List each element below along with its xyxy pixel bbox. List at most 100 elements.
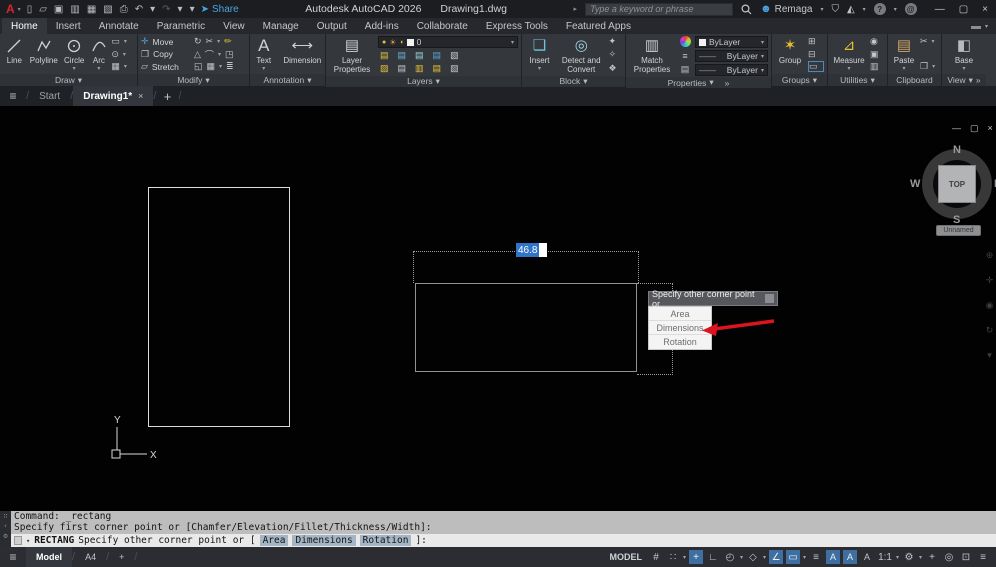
cmd-option-rotation[interactable]: Rotation bbox=[359, 535, 412, 546]
ribbon-minimize-dropdown-icon[interactable]: ▾ bbox=[985, 23, 988, 30]
arc-button[interactable]: Arc ▾ bbox=[89, 35, 108, 73]
snap-toggle-icon[interactable] bbox=[666, 550, 680, 564]
circle-button[interactable]: Circle ▾ bbox=[62, 35, 87, 73]
viewport-minimize-icon[interactable]: — bbox=[952, 123, 961, 134]
lineweight-list-icon[interactable]: ≡ bbox=[682, 51, 687, 61]
navbar-more-icon[interactable]: ▾ bbox=[987, 350, 992, 361]
viewcube-face-top[interactable]: TOP bbox=[938, 165, 976, 203]
open-file-icon[interactable]: ▱ bbox=[39, 4, 47, 15]
tab-view[interactable]: View bbox=[214, 18, 254, 34]
layer-freeze-icon[interactable]: ▤ bbox=[415, 50, 424, 61]
undo-icon[interactable]: ↶ bbox=[135, 4, 143, 15]
tab-annotate[interactable]: Annotate bbox=[90, 18, 148, 34]
restore-button[interactable]: ▢ bbox=[959, 4, 968, 15]
ribbon-minimize-icon[interactable]: ▬ bbox=[971, 21, 981, 32]
search-icon[interactable] bbox=[741, 3, 752, 15]
layer-current-icon[interactable]: ▥ bbox=[415, 63, 424, 74]
isolate-objects-icon[interactable] bbox=[942, 550, 956, 564]
scale-dropdown-icon[interactable]: ▾ bbox=[896, 554, 899, 561]
ungroup-icon[interactable]: ⊞ bbox=[808, 36, 824, 47]
move-button[interactable]: Move bbox=[141, 36, 174, 47]
tab-featured-apps[interactable]: Featured Apps bbox=[557, 18, 640, 34]
quick-calc-icon[interactable]: ▥ bbox=[870, 61, 884, 72]
tab-add-ins[interactable]: Add-ins bbox=[356, 18, 408, 34]
mirror-icon[interactable] bbox=[194, 49, 201, 60]
linetype-dropdown[interactable]: —— ByLayer ▾ bbox=[695, 50, 768, 62]
ucs-dropdown[interactable]: Unnamed bbox=[936, 225, 981, 236]
tab-parametric[interactable]: Parametric bbox=[148, 18, 214, 34]
layer-unlock2-icon[interactable]: ▤ bbox=[433, 63, 442, 74]
panel-expand-icon[interactable] bbox=[976, 75, 981, 85]
plot-style-icon[interactable]: ▤ bbox=[681, 64, 690, 75]
autodesk-app-icon[interactable]: ◭ bbox=[847, 4, 855, 15]
annotation-scale-value[interactable]: 1:1 bbox=[877, 550, 893, 564]
user-dropdown-icon[interactable]: ▾ bbox=[820, 6, 823, 13]
help-icon[interactable]: ? bbox=[873, 3, 886, 15]
share-button[interactable]: ➤ Share bbox=[201, 4, 239, 15]
explode-icon[interactable] bbox=[225, 49, 234, 60]
paste-button[interactable]: Paste▾ bbox=[891, 35, 917, 73]
panel-label-clipboard[interactable]: Clipboard bbox=[888, 74, 941, 86]
insert-dropdown-icon[interactable]: ▾ bbox=[538, 66, 541, 73]
navigation-wheel-icon[interactable]: ⊕ bbox=[986, 250, 994, 261]
customization-gear-icon[interactable] bbox=[902, 550, 916, 564]
rectangle-preview[interactable] bbox=[415, 283, 637, 372]
quick-select-icon[interactable]: ▣ bbox=[870, 49, 884, 60]
dimension-button[interactable]: Dimension bbox=[283, 35, 322, 73]
group-selection-icon[interactable]: ▭ bbox=[808, 61, 824, 72]
stretch-button[interactable]: Stretch bbox=[141, 61, 179, 72]
panel-label-annotation[interactable]: Annotation bbox=[250, 74, 325, 86]
paste-dropdown-icon[interactable]: ▾ bbox=[902, 66, 905, 73]
command-input-line[interactable]: ▾ RECTANG Specify other corner point or … bbox=[11, 534, 996, 547]
block-define-icon[interactable]: ✧ bbox=[608, 49, 622, 60]
recent-commands-icon[interactable]: ▾ bbox=[26, 537, 30, 545]
tab-manage[interactable]: Manage bbox=[254, 18, 308, 34]
line-button[interactable]: Line bbox=[3, 35, 26, 73]
rotate-icon[interactable] bbox=[194, 36, 202, 47]
tab-home[interactable]: Home bbox=[2, 18, 47, 34]
layer-match-icon[interactable]: ▧ bbox=[450, 50, 459, 61]
model-tab[interactable]: Model bbox=[26, 547, 72, 567]
status-customize-icon[interactable] bbox=[976, 550, 990, 564]
file-tabs-menu-icon[interactable] bbox=[0, 86, 26, 106]
trim-icon[interactable] bbox=[206, 36, 214, 47]
app-dropdown-icon[interactable]: ▾ bbox=[863, 6, 866, 13]
block-attributes-icon[interactable]: ❖ bbox=[608, 63, 622, 74]
panel-label-groups[interactable]: Groups bbox=[772, 74, 827, 86]
copy-button[interactable]: Copy bbox=[141, 49, 173, 60]
isometric-toggle-icon[interactable] bbox=[746, 550, 760, 564]
layer-lock-icon[interactable]: ▤ bbox=[433, 50, 442, 61]
tab-insert[interactable]: Insert bbox=[47, 18, 90, 34]
autocad-logo-icon[interactable]: A bbox=[0, 2, 18, 16]
dynamic-input-toggle-icon[interactable] bbox=[689, 550, 704, 564]
logo-dropdown-icon[interactable]: ▾ bbox=[18, 6, 21, 13]
drawing-canvas[interactable]: — ▢ × 46.8 Specify other corner point or… bbox=[0, 119, 996, 511]
layout-menu-icon[interactable] bbox=[0, 550, 26, 564]
hatch-icon[interactable] bbox=[111, 61, 120, 72]
cmd-option-dimensions[interactable]: Dimensions bbox=[292, 535, 356, 546]
polyline-button[interactable]: Polyline bbox=[29, 35, 59, 73]
detect-convert-button[interactable]: Detect and Convert bbox=[557, 35, 605, 75]
layout-tab-a4[interactable]: A4 bbox=[75, 547, 106, 567]
polar-tracking-toggle-icon[interactable] bbox=[723, 550, 737, 564]
gear-dropdown-icon[interactable]: ▾ bbox=[919, 554, 922, 561]
block-edit-icon[interactable]: ✦ bbox=[608, 36, 622, 47]
feedback-icon[interactable]: @ bbox=[904, 3, 917, 15]
tab-collaborate[interactable]: Collaborate bbox=[408, 18, 477, 34]
save-icon[interactable]: ▣ bbox=[54, 4, 63, 15]
object-snap-tracking-toggle-icon[interactable] bbox=[769, 550, 784, 564]
hatch-dropdown-icon[interactable]: ▾ bbox=[124, 63, 127, 70]
dynamic-input-field[interactable]: 46.8 bbox=[516, 243, 548, 257]
qat-customize-icon[interactable]: ▾ bbox=[190, 4, 195, 15]
save-as-icon[interactable]: ▥ bbox=[70, 4, 79, 15]
group-edit-icon[interactable]: ⊟ bbox=[808, 49, 824, 60]
orbit-icon[interactable]: ↻ bbox=[986, 325, 994, 336]
group-button[interactable]: Group bbox=[775, 35, 805, 73]
new-layout-button[interactable]: + bbox=[109, 547, 134, 567]
collapse-icon[interactable]: ‹ bbox=[3, 522, 7, 530]
layer-unisolate-icon[interactable]: ▨ bbox=[380, 63, 389, 74]
close-tab-icon[interactable]: × bbox=[138, 91, 143, 101]
array-icon[interactable] bbox=[207, 61, 216, 72]
workspace-switch-icon[interactable] bbox=[925, 550, 939, 564]
layer-thaw-all-icon[interactable]: ▤ bbox=[398, 63, 407, 74]
